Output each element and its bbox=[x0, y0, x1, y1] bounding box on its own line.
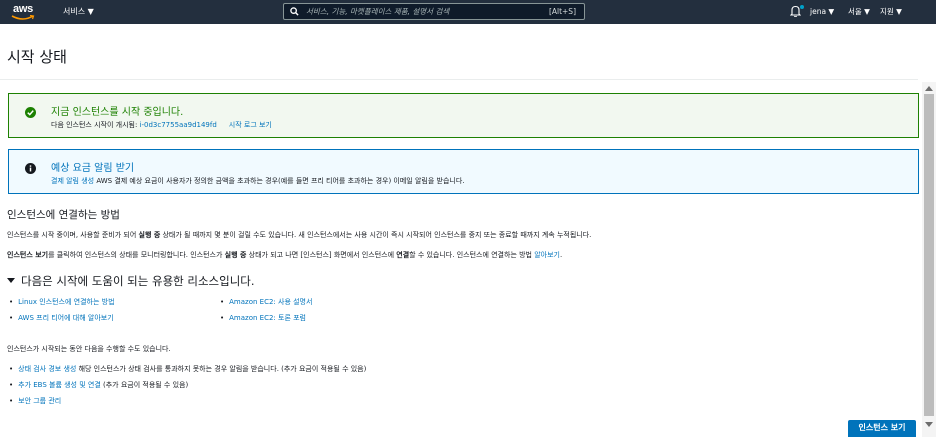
p2-text-end: . bbox=[559, 251, 563, 259]
p2-bold-running: 실행 중 bbox=[224, 251, 247, 259]
resources-expander[interactable]: 다음은 시작에 도움이 되는 유용한 리소스입니다. bbox=[7, 273, 255, 289]
services-menu[interactable]: 서비스 ▼ bbox=[63, 0, 94, 24]
status-check-alarm-text: 해당 인스턴스가 상태 검사를 통과하지 못하는 경우 알림을 받습니다. (추… bbox=[76, 365, 367, 373]
resource-link-ec2-forum[interactable]: Amazon EC2: 토론 포럼 bbox=[220, 313, 306, 323]
aws-smile-icon bbox=[11, 15, 35, 20]
connect-paragraph-2: 인스턴스 보기를 클릭하여 인스턴스의 상태를 모니터링합니다. 인스턴스가 실… bbox=[7, 250, 562, 260]
region-menu[interactable]: 서울 ▼ bbox=[848, 0, 870, 24]
caret-down-icon bbox=[7, 278, 15, 283]
resource-link-linux-connect[interactable]: Linux 인스턴스에 연결하는 방법 bbox=[9, 297, 114, 307]
account-menu[interactable]: jena ▼ bbox=[810, 0, 834, 24]
p2-text-a: 를 클릭하여 인스턴스의 상태를 모니터링합니다. 인스턴스가 bbox=[48, 251, 225, 259]
p2-bold-connect: 연결 bbox=[396, 251, 410, 259]
status-check-alarm-link[interactable]: 상태 검사 경보 생성 bbox=[18, 365, 76, 373]
billing-alert-info: 예상 요금 알림 받기 결제 알림 생성 AWS 결제 예상 요금이 사용자가 … bbox=[8, 149, 919, 194]
launch-success-alert: 지금 인스턴스를 시작 중입니다. 다음 인스턴스 시작이 개시됨: i-0d3… bbox=[8, 93, 919, 138]
resources-heading: 다음은 시작에 도움이 되는 유용한 리소스입니다. bbox=[21, 274, 255, 288]
success-check-icon bbox=[25, 107, 36, 118]
instance-id-link[interactable]: i-0d3c7755aa9d149fd bbox=[140, 121, 217, 129]
billing-alert-heading: 예상 요금 알림 받기 bbox=[51, 163, 135, 174]
scroll-up-arrow[interactable] bbox=[925, 86, 933, 91]
notification-indicator bbox=[800, 5, 804, 9]
resource-link-free-tier[interactable]: AWS 프리 티어에 대해 알아보기 bbox=[9, 313, 114, 323]
scroll-down-arrow[interactable] bbox=[925, 422, 933, 427]
create-billing-alert-link[interactable]: 결제 알림 생성 bbox=[51, 177, 94, 185]
search-shortcut-hint: [Alt+S] bbox=[548, 7, 576, 16]
title-divider bbox=[0, 79, 918, 80]
view-instances-button[interactable]: 인스턴스 보기 bbox=[848, 420, 916, 437]
todo-item-ebs-volume: 추가 EBS 볼륨 생성 및 연결 (추가 요금이 적용될 수 있음) bbox=[9, 380, 188, 390]
ebs-volume-text: (추가 요금이 적용될 수 있음) bbox=[100, 381, 189, 389]
success-alert-heading: 지금 인스턴스를 시작 중입니다. bbox=[51, 107, 184, 118]
connect-paragraph-1: 인스턴스를 시작 중이며, 사용할 준비가 되어 실행 중 상태가 될 때까지 … bbox=[7, 230, 591, 240]
resource-link-ec2-user-guide[interactable]: Amazon EC2: 사용 설명서 bbox=[220, 297, 312, 307]
aws-ec2-launch-status-page: aws 서비스 ▼ 서비스, 기능, 마켓플레이스 제품, 설명서 검색 [Al… bbox=[0, 0, 936, 437]
info-icon bbox=[25, 163, 36, 174]
page-title: 시작 상태 bbox=[7, 48, 67, 66]
learn-more-link[interactable]: 알아보기 bbox=[534, 251, 560, 259]
todo-item-status-check-alarm: 상태 검사 경보 생성 해당 인스턴스가 상태 검사를 통과하지 못하는 경우 … bbox=[9, 364, 366, 374]
todo-intro: 인스턴스가 시작되는 동안 다음을 수행할 수도 있습니다. bbox=[7, 345, 171, 353]
top-navigation-bar: aws 서비스 ▼ 서비스, 기능, 마켓플레이스 제품, 설명서 검색 [Al… bbox=[0, 0, 936, 24]
p2-bold-view: 인스턴스 보기 bbox=[7, 251, 49, 259]
todo-item-security-groups: 보안 그룹 관리 bbox=[9, 396, 61, 406]
aws-logo-text: aws bbox=[13, 3, 33, 15]
ebs-volume-link[interactable]: 추가 EBS 볼륨 생성 및 연결 bbox=[18, 381, 101, 389]
search-box[interactable]: 서비스, 기능, 마켓플레이스 제품, 설명서 검색 [Alt+S] bbox=[283, 3, 585, 20]
p1-bold: 실행 중 bbox=[138, 231, 161, 239]
support-menu[interactable]: 지원 ▼ bbox=[880, 0, 902, 24]
scrollbar-thumb[interactable] bbox=[924, 94, 934, 416]
success-alert-text: 다음 인스턴스 시작이 개시됨: i-0d3c7755aa9d149fd 시작 로… bbox=[51, 120, 272, 130]
billing-alert-description: AWS 결제 예상 요금이 사용자가 정의한 금액을 초과하는 경우(예를 들면… bbox=[94, 177, 465, 185]
aws-logo[interactable]: aws bbox=[9, 1, 43, 23]
connect-section-heading: 인스턴스에 연결하는 방법 bbox=[7, 209, 120, 221]
launch-initiated-label: 다음 인스턴스 시작이 개시됨: bbox=[51, 121, 140, 129]
billing-alert-text: 결제 알림 생성 AWS 결제 예상 요금이 사용자가 정의한 금액을 초과하는… bbox=[51, 176, 465, 186]
security-groups-link[interactable]: 보안 그룹 관리 bbox=[18, 397, 61, 405]
view-launch-log-link[interactable]: 시작 로그 보기 bbox=[229, 121, 272, 129]
p1-text-b: 상태가 될 때까지 몇 분이 걸릴 수도 있습니다. 새 인스턴스에서는 사용 … bbox=[160, 231, 592, 239]
p2-text-c: 할 수 있습니다. 인스턴스에 연결하는 방법 bbox=[409, 251, 535, 259]
search-input[interactable]: 서비스, 기능, 마켓플레이스 제품, 설명서 검색 bbox=[306, 4, 449, 19]
p2-text-b: 상태가 되고 나면 [인스턴스] 화면에서 인스턴스에 bbox=[246, 251, 397, 259]
p1-text-a: 인스턴스를 시작 중이며, 사용할 준비가 되어 bbox=[7, 231, 139, 239]
search-icon bbox=[290, 7, 299, 16]
